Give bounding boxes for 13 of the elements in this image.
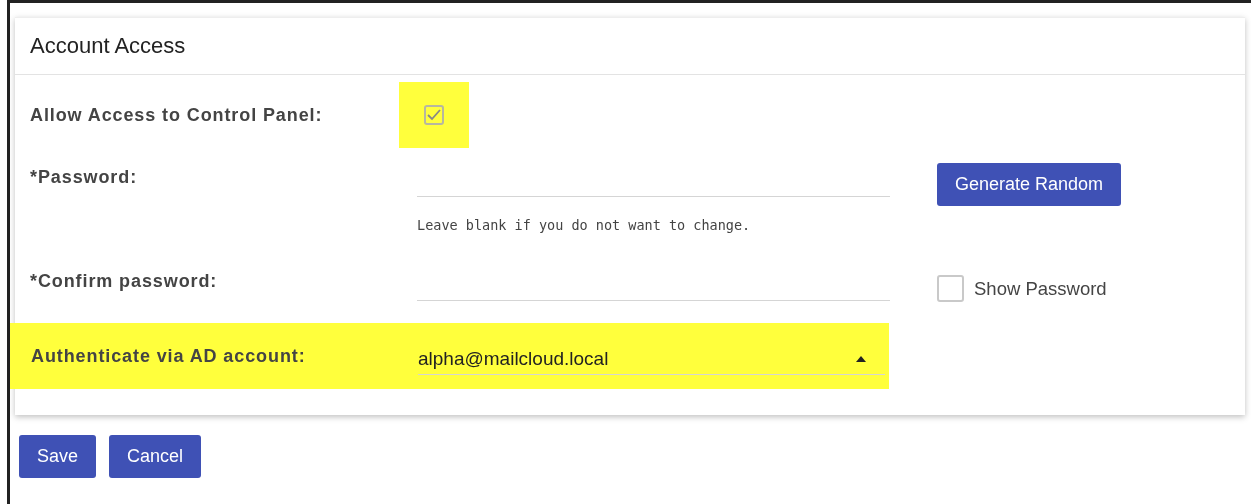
- checkbox-label: Show Password: [974, 277, 1107, 300]
- field-label: Authenticate via AD account:: [31, 345, 307, 367]
- cancel-button[interactable]: Cancel: [109, 435, 202, 478]
- account-select[interactable]: alpha@mailcloud.local: [418, 337, 885, 375]
- generate-random-button[interactable]: Generate Random: [937, 163, 1122, 206]
- checkbox[interactable]: [424, 105, 444, 125]
- save-button[interactable]: Save: [19, 435, 97, 478]
- field-label: *Confirm password:: [30, 270, 219, 292]
- field-label: Allow Access to Control Panel:: [30, 104, 324, 126]
- checkbox[interactable]: [937, 275, 964, 302]
- panel-title: Account Access: [30, 33, 186, 59]
- field-label: *Password:: [30, 166, 139, 188]
- hint-text: Leave blank if you do not want to change.: [417, 217, 752, 233]
